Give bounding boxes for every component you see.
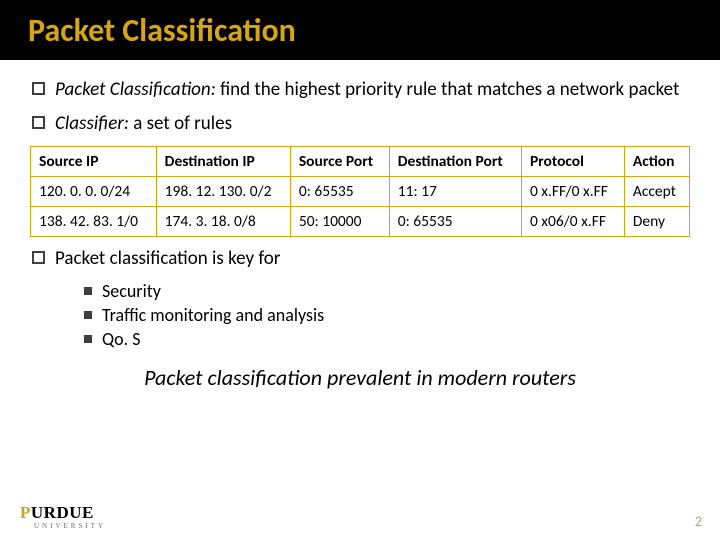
logo-university: UNIVERSITY [34, 522, 106, 530]
cell: 0 x.FF/0 x.FF [521, 176, 624, 206]
bullet-item: Classifier: a set of rules [32, 112, 692, 136]
col-source-port: Source Port [290, 146, 389, 176]
col-dest-port: Destination Port [389, 146, 521, 176]
col-protocol: Protocol [521, 146, 624, 176]
bullet-text: Packet Classification: find the highest … [55, 78, 692, 102]
cell: 174. 3. 18. 0/8 [156, 206, 290, 236]
cell: 198. 12. 130. 0/2 [156, 176, 290, 206]
bullet-term: Packet Classification: [55, 78, 216, 101]
bullet-text: Packet classification is key for [55, 247, 692, 271]
logo-p: P [20, 503, 31, 522]
sub-bullet-item: Security [84, 280, 692, 302]
square-bullet-icon [84, 287, 92, 295]
bullet-rest: a set of rules [129, 112, 232, 135]
title-bar: Packet Classification [0, 0, 720, 60]
rules-table: Source IP Destination IP Source Port Des… [30, 146, 690, 237]
bullet-box-icon [32, 82, 45, 95]
bullet-text: Classifier: a set of rules [55, 112, 692, 136]
cell: Deny [624, 206, 689, 236]
bullet-box-icon [32, 251, 45, 264]
sub-bullet-text: Security [102, 280, 161, 302]
cell: 11: 17 [389, 176, 521, 206]
slide-title: Packet Classification [28, 11, 296, 50]
closing-statement: Packet classification prevalent in moder… [28, 364, 692, 391]
sub-bullet-text: Traffic monitoring and analysis [102, 304, 324, 326]
square-bullet-icon [84, 335, 92, 343]
logo-rest: URDUE [31, 503, 94, 522]
sub-bullet-item: Qo. S [84, 328, 692, 350]
bullet-rest: find the highest priority rule that matc… [216, 78, 680, 101]
cell: 0 x06/0 x.FF [521, 206, 624, 236]
square-bullet-icon [84, 311, 92, 319]
cell: 138. 42. 83. 1/0 [31, 206, 157, 236]
sub-bullet-item: Traffic monitoring and analysis [84, 304, 692, 326]
bullet-box-icon [32, 116, 45, 129]
table-row: 120. 0. 0. 0/24 198. 12. 130. 0/2 0: 655… [31, 176, 690, 206]
col-dest-ip: Destination IP [156, 146, 290, 176]
page-number: 2 [695, 513, 702, 530]
table-row: 138. 42. 83. 1/0 174. 3. 18. 0/8 50: 100… [31, 206, 690, 236]
cell: 50: 10000 [290, 206, 389, 236]
cell: Accept [624, 176, 689, 206]
purdue-logo: PURDUE UNIVERSITY [20, 503, 106, 530]
col-action: Action [624, 146, 689, 176]
col-source-ip: Source IP [31, 146, 157, 176]
cell: 0: 65535 [290, 176, 389, 206]
bullet-term: Classifier: [55, 112, 129, 135]
cell: 0: 65535 [389, 206, 521, 236]
slide-body: Packet Classification: find the highest … [0, 60, 720, 391]
cell: 120. 0. 0. 0/24 [31, 176, 157, 206]
sub-bullet-text: Qo. S [102, 328, 141, 350]
bullet-item: Packet classification is key for [32, 247, 692, 271]
sub-bullet-list: Security Traffic monitoring and analysis… [84, 280, 692, 350]
bullet-item: Packet Classification: find the highest … [32, 78, 692, 102]
table-header-row: Source IP Destination IP Source Port Des… [31, 146, 690, 176]
